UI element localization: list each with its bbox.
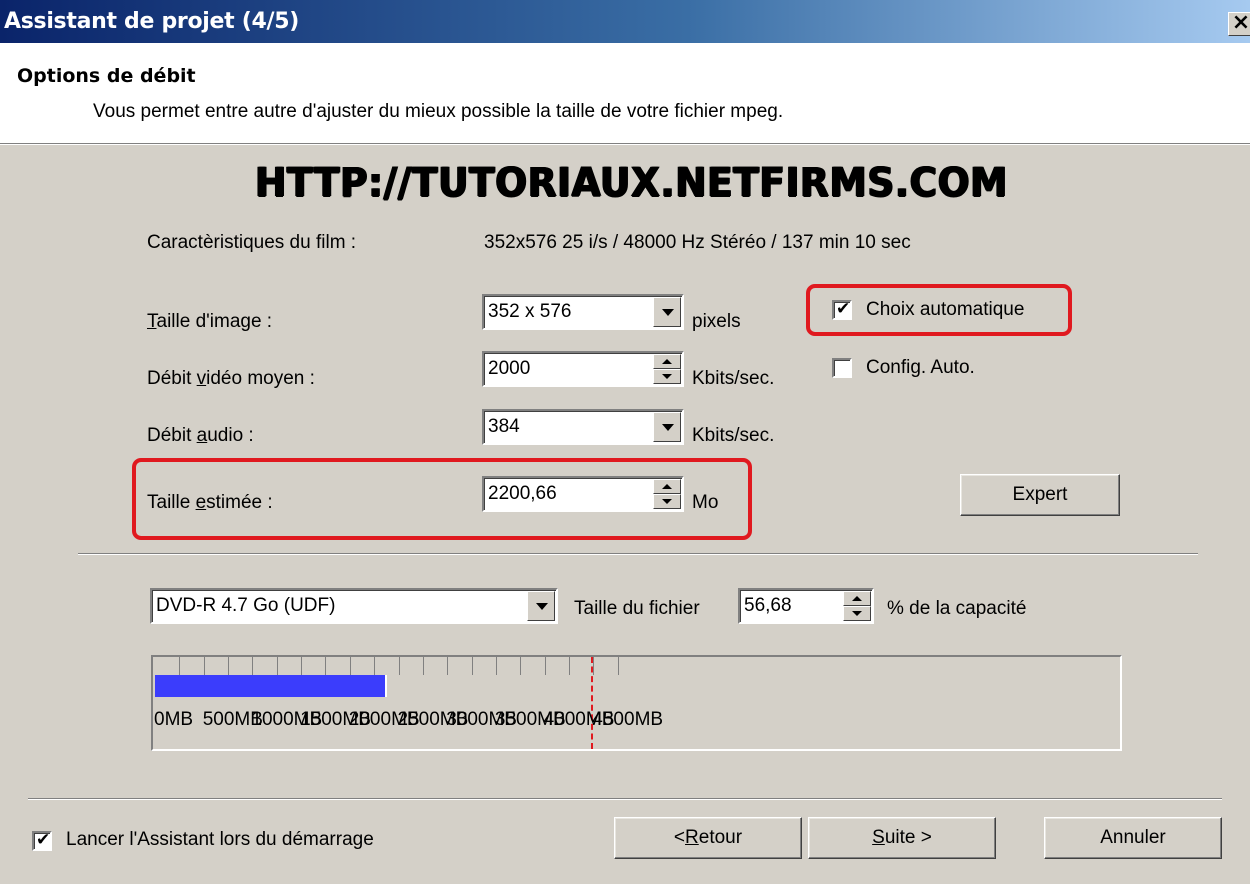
header-divider [0, 143, 1250, 145]
highlight-auto-choice [806, 284, 1072, 336]
capacity-gauge: 0MB 500MB 1000MB 1500MB 2000MB 2500MB 3000MB 35… [151, 655, 1122, 751]
spin-down-button[interactable] [843, 606, 871, 621]
gauge-tick [544, 657, 546, 675]
chevron-down-icon[interactable] [653, 297, 681, 327]
spin-up-button[interactable] [653, 354, 681, 369]
video-bitrate-unit: Kbits/sec. [692, 368, 775, 389]
gauge-tick [179, 657, 181, 675]
spinner-arrows-icon [843, 591, 871, 621]
video-bitrate-spinner[interactable]: 2000 [482, 351, 684, 387]
audio-bitrate-value: 384 [488, 416, 520, 437]
auto-config-checkbox[interactable] [832, 358, 852, 378]
gauge-tick [228, 657, 230, 675]
image-size-value: 352 x 576 [488, 301, 572, 322]
gauge-tick [495, 657, 497, 675]
page-title: Options de débit [17, 65, 196, 87]
watermark-url: HTTP://TUTORIAUX.NETFIRMS.COM [255, 160, 1008, 206]
gauge-label: 0MB [154, 709, 194, 730]
video-bitrate-value: 2000 [488, 358, 531, 379]
video-bitrate-label: Débit vidéo moyen : [147, 368, 315, 389]
audio-bitrate-unit: Kbits/sec. [692, 425, 775, 446]
gauge-tick [617, 657, 619, 675]
wizard-header: Options de débit Vous permet entre autre… [0, 43, 1250, 143]
gauge-tick [471, 657, 473, 675]
audio-bitrate-select[interactable]: 384 [482, 409, 684, 445]
gauge-tick [422, 657, 424, 675]
gauge-tick [568, 657, 570, 675]
media-type-value: DVD-R 4.7 Go (UDF) [156, 595, 336, 616]
file-size-value: 56,68 [744, 595, 792, 616]
chevron-down-icon[interactable] [653, 412, 681, 442]
spin-up-button[interactable] [843, 591, 871, 606]
spinner-arrows-icon [653, 354, 681, 384]
cancel-button[interactable]: Annuler [1044, 817, 1222, 859]
footer-divider [28, 798, 1222, 800]
gauge-tick [398, 657, 400, 675]
gauge-tick [520, 657, 522, 675]
check-icon: ✔ [36, 830, 51, 850]
chevron-down-icon[interactable] [527, 591, 555, 621]
gauge-tick [252, 657, 254, 675]
gauge-fill-bar [155, 675, 387, 697]
gauge-tick [447, 657, 449, 675]
gauge-tick [593, 657, 595, 675]
highlight-estimated-size [132, 458, 752, 540]
media-type-select[interactable]: DVD-R 4.7 Go (UDF) [150, 588, 558, 624]
capacity-label: % de la capacité [887, 598, 1027, 619]
gauge-tick [203, 657, 205, 675]
startup-label: Lancer l'Assistant lors du démarrage [66, 829, 374, 850]
image-size-select[interactable]: 352 x 576 [482, 294, 684, 330]
gauge-tick [349, 657, 351, 675]
startup-checkbox[interactable]: ✔ [32, 830, 52, 851]
section-divider [78, 553, 1198, 555]
close-button[interactable]: × [1228, 12, 1250, 36]
file-size-spinner[interactable]: 56,68 [738, 588, 874, 624]
auto-config-label: Config. Auto. [866, 357, 975, 378]
image-size-label: Taille d'image : [147, 311, 273, 332]
expert-button[interactable]: Expert [960, 474, 1120, 516]
spin-down-button[interactable] [653, 369, 681, 384]
next-button[interactable]: Suite > [808, 817, 996, 859]
gauge-label: 4500MB [592, 709, 664, 730]
film-characteristics-label: Caractèristiques du film : [147, 232, 357, 253]
image-size-unit: pixels [692, 311, 741, 332]
gauge-tick [374, 657, 376, 675]
close-icon: × [1231, 10, 1250, 35]
back-button[interactable]: < Retour [614, 817, 802, 859]
audio-bitrate-label: Débit audio : [147, 425, 254, 446]
gauge-tick [301, 657, 303, 675]
title-bar: Assistant de projet (4/5) × [0, 0, 1250, 43]
film-characteristics-value: 352x576 25 i/s / 48000 Hz Stéréo / 137 m… [484, 232, 911, 253]
window-title: Assistant de projet (4/5) [4, 9, 299, 34]
gauge-tick [276, 657, 278, 675]
file-size-label: Taille du fichier [574, 598, 700, 619]
gauge-tick [325, 657, 327, 675]
page-subtitle: Vous permet entre autre d'ajuster du mie… [93, 101, 784, 122]
